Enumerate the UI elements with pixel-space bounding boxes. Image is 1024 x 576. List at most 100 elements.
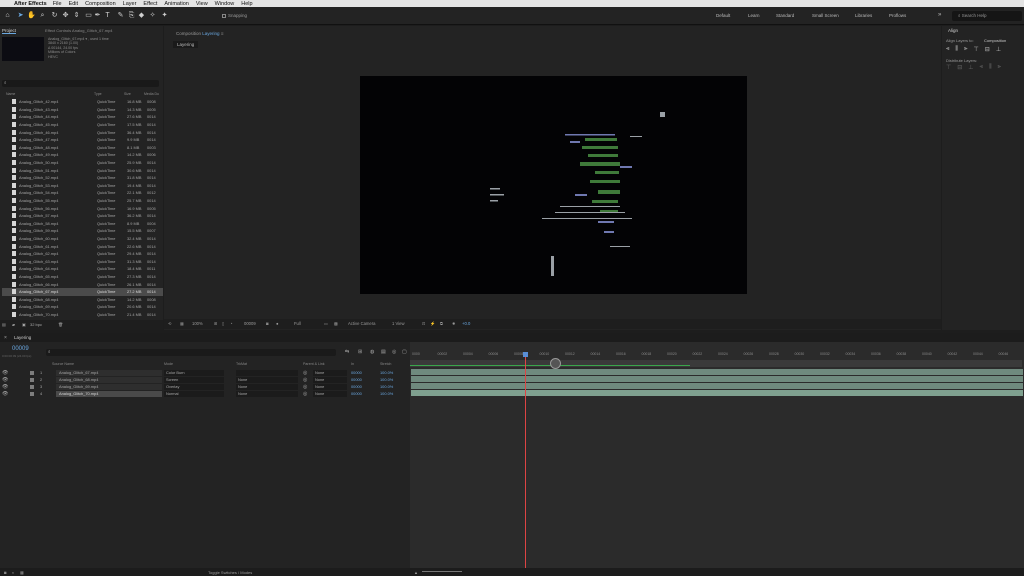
align-bottom-icon[interactable]: ⊥ [996, 46, 1001, 53]
tab-effect-controls[interactable]: Effect Controls Analog_Glitch_67.mp4 [45, 28, 113, 33]
list-item[interactable]: Analog_Glitch_70.mp4 QuickTime 21.4 MB 0014 [2, 311, 163, 319]
track-matte-select[interactable]: None [236, 376, 298, 383]
blend-mode-select[interactable]: Screen [164, 376, 224, 383]
transfer-controls-icon[interactable]: ◐ [12, 570, 14, 575]
orbit-tool-icon[interactable]: ↻ [50, 11, 59, 20]
list-item[interactable]: Analog_Glitch_55.mp4 QuickTime 25.7 MB 0014 [2, 197, 163, 205]
parent-pick-whip-icon[interactable]: ◎ [303, 370, 307, 376]
playhead-handle[interactable] [523, 352, 528, 357]
camera-select[interactable]: Active Camera [348, 321, 375, 326]
always-preview-icon[interactable]: ⟲ [168, 321, 172, 326]
blend-mode-select[interactable]: Color Burn [164, 369, 224, 376]
distribute-hcenter-icon[interactable]: ⫼ [989, 64, 992, 71]
tab-project[interactable]: Project [2, 28, 17, 34]
layer-name[interactable]: Analog_Glitch_68.mp4 [56, 376, 162, 383]
list-item[interactable]: Analog_Glitch_42.mp4 QuickTime 16.8 MB 0008 [2, 98, 163, 106]
parent-select[interactable]: None [313, 390, 347, 397]
label-color-swatch[interactable] [30, 384, 34, 389]
layer-stretch[interactable]: 100.0% [380, 391, 393, 396]
workspace-default[interactable]: Default [716, 13, 730, 18]
table-row[interactable]: 👁 1 Analog_Glitch_67.mp4 Color Burn ◎ None 000… [0, 369, 409, 376]
view-layout-select[interactable]: 1 View [392, 321, 405, 326]
list-item[interactable]: Analog_Glitch_46.mp4 QuickTime 36.4 MB 0014 [2, 128, 163, 136]
col-parent-link[interactable]: Parent & Link [303, 362, 325, 366]
composition-viewer[interactable] [360, 76, 747, 294]
grid-icon[interactable]: ▦ [180, 321, 184, 326]
list-item[interactable]: Analog_Glitch_51.mp4 QuickTime 30.6 MB 0014 [2, 166, 163, 174]
layer-stretch[interactable]: 100.0% [380, 384, 393, 389]
align-left-icon[interactable]: ⫷ [946, 46, 949, 53]
list-item[interactable]: Analog_Glitch_47.mp4 QuickTime 9.9 MB 0014 [2, 136, 163, 144]
list-item[interactable]: Analog_Glitch_48.mp4 QuickTime 8.1 MB 0003 [2, 144, 163, 152]
list-item[interactable]: Analog_Glitch_53.mp4 QuickTime 19.4 MB 0014 [2, 182, 163, 190]
menu-window[interactable]: Window [215, 1, 235, 7]
layer-stretch[interactable]: 100.0% [380, 370, 393, 375]
comp-mini-flowchart-icon[interactable]: ⇆ [345, 349, 349, 355]
layer-name[interactable]: Analog_Glitch_69.mp4 [56, 383, 162, 390]
flowchart-icon[interactable]: ⧉ [440, 321, 443, 326]
table-row[interactable]: 👁 2 Analog_Glitch_68.mp4 Screen None ◎ None 000… [0, 376, 409, 383]
layer-duration-bar[interactable] [411, 376, 1023, 382]
hand-tool-icon[interactable]: ✋ [27, 11, 36, 20]
list-item[interactable]: Analog_Glitch_62.mp4 QuickTime 29.4 MB 0014 [2, 250, 163, 258]
fast-previews-icon[interactable]: ⚡ [430, 321, 435, 327]
show-channel-icon[interactable]: ● [276, 321, 279, 326]
layer-name[interactable]: Analog_Glitch_70.mp4 [56, 390, 162, 397]
list-item[interactable]: Analog_Glitch_60.mp4 QuickTime 32.4 MB 0014 [2, 235, 163, 243]
workspace-small-screen[interactable]: Small Screen [812, 13, 839, 18]
col-trkmat[interactable]: TrkMat [236, 362, 247, 366]
list-item[interactable]: Analog_Glitch_65.mp4 QuickTime 27.3 MB 0014 [2, 273, 163, 281]
menu-help[interactable]: Help [241, 1, 252, 7]
current-time-indicator[interactable] [523, 352, 528, 568]
video-eye-icon[interactable]: 👁 [2, 377, 8, 383]
blend-mode-select[interactable]: Overlay [164, 383, 224, 390]
track-matte-select[interactable] [236, 369, 298, 376]
tab-layering[interactable]: Layering [173, 41, 199, 48]
layer-duration-bar[interactable] [411, 390, 1023, 396]
timeline-zoom-slider[interactable] [422, 571, 462, 572]
zoom-navigator-handle[interactable] [550, 358, 561, 369]
workspace-standard[interactable]: Standard [776, 13, 794, 18]
toggle-switches-modes-button[interactable]: Toggle Switches / Modes [208, 570, 252, 575]
pen-tool-icon[interactable]: ✒ [93, 11, 102, 20]
layer-duration-bar[interactable] [411, 383, 1023, 389]
list-item[interactable]: Analog_Glitch_66.mp4 QuickTime 26.1 MB 0014 [2, 280, 163, 288]
roto-brush-tool-icon[interactable]: ✧ [148, 11, 157, 20]
puppet-pin-tool-icon[interactable]: ✦ [160, 11, 169, 20]
layer-switches-icon[interactable]: ◙ [4, 570, 6, 575]
list-item[interactable]: Analog_Glitch_52.mp4 QuickTime 31.8 MB 0014 [2, 174, 163, 182]
region-of-interest-icon[interactable]: ▭ [324, 321, 328, 326]
parent-pick-whip-icon[interactable]: ◎ [303, 377, 307, 383]
list-item[interactable]: Analog_Glitch_45.mp4 QuickTime 17.5 MB 0014 [2, 121, 163, 129]
menu-animation[interactable]: Animation [164, 1, 188, 7]
workspace-learn[interactable]: Learn [748, 13, 760, 18]
menu-effect[interactable]: Effect [143, 1, 157, 7]
toggle-pixel-aspect-icon[interactable]: ⊡ [422, 321, 426, 326]
distribute-right-icon[interactable]: ⫸ [998, 64, 1001, 71]
layer-in-point[interactable]: 00000 [351, 384, 362, 389]
list-item[interactable]: Analog_Glitch_64.mp4 QuickTime 18.4 MB 0011 [2, 265, 163, 273]
tab-timeline-layering[interactable]: Layering [14, 335, 31, 340]
list-item[interactable]: Analog_Glitch_67.mp4 QuickTime 27.2 MB 0014 [2, 288, 163, 296]
parent-select[interactable]: None [313, 376, 347, 383]
label-color-swatch[interactable] [30, 370, 34, 375]
track-matte-select[interactable]: None [236, 383, 298, 390]
col-mode[interactable]: Mode [164, 362, 173, 366]
rectangle-tool-icon[interactable]: ▭ [84, 11, 93, 20]
list-item[interactable]: Analog_Glitch_68.mp4 QuickTime 14.2 MB 0008 [2, 296, 163, 304]
list-item[interactable]: Analog_Glitch_44.mp4 QuickTime 27.6 MB 0014 [2, 113, 163, 121]
blend-mode-select[interactable]: Normal [164, 390, 224, 397]
list-item[interactable]: Analog_Glitch_59.mp4 QuickTime 15.5 MB 0007 [2, 227, 163, 235]
frame-blending-icon[interactable]: ▤ [381, 349, 386, 355]
table-row[interactable]: 👁 3 Analog_Glitch_69.mp4 Overlay None ◎ None 00… [0, 383, 409, 390]
parent-pick-whip-icon[interactable]: ◎ [303, 391, 307, 397]
list-item[interactable]: Analog_Glitch_61.mp4 QuickTime 22.6 MB 0014 [2, 242, 163, 250]
pan-tool-icon[interactable]: ✥ [61, 11, 70, 20]
align-horizontal-center-icon[interactable]: ⫼ [955, 46, 958, 53]
parent-select[interactable]: None [313, 383, 347, 390]
col-in[interactable]: In [351, 362, 354, 366]
snapping-checkbox[interactable] [222, 13, 226, 18]
home-icon[interactable]: ⌂ [3, 11, 12, 20]
shy-layers-icon[interactable]: ◍ [370, 349, 374, 355]
parent-select[interactable]: None [313, 369, 347, 376]
